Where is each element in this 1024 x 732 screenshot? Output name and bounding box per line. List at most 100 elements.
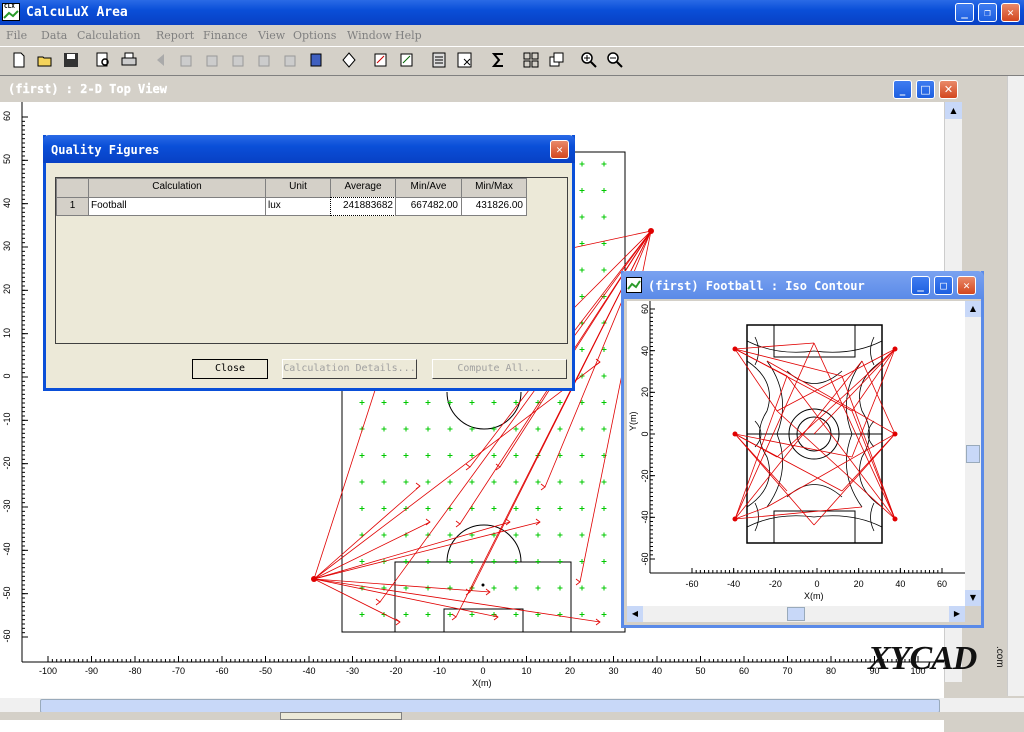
h-scroll-thumb[interactable] bbox=[40, 699, 940, 713]
grid-corner bbox=[56, 178, 89, 198]
top-view-x-axis-label: X(m) bbox=[472, 678, 492, 688]
iso-v-thumb[interactable] bbox=[966, 445, 980, 463]
iso-h-scrollbar[interactable]: ◀ ▶ bbox=[627, 606, 965, 622]
iso-maximize-button[interactable]: □ bbox=[934, 276, 953, 295]
table-row-number[interactable]: 1 bbox=[56, 197, 89, 216]
view-3d-c-icon[interactable] bbox=[230, 51, 248, 69]
x-tick-label: -70 bbox=[171, 666, 185, 676]
center-circle bbox=[446, 391, 522, 430]
menu-window[interactable]: Window bbox=[347, 29, 392, 42]
x-tick-label: -20 bbox=[389, 666, 403, 676]
save-icon[interactable] bbox=[62, 51, 80, 69]
y-tick-label: -60 bbox=[2, 629, 12, 643]
y-tick-label: 10 bbox=[2, 327, 12, 338]
print-preview-icon[interactable] bbox=[94, 51, 112, 69]
cell-calculation[interactable]: Football bbox=[88, 197, 266, 216]
column-header-min-max[interactable]: Min/Max bbox=[461, 178, 527, 198]
x-tick-label: -50 bbox=[258, 666, 272, 676]
top-view-minimize-button[interactable]: _ bbox=[893, 80, 912, 99]
menu-file[interactable]: File bbox=[6, 29, 27, 42]
sigma-icon[interactable] bbox=[490, 51, 508, 69]
cell-average[interactable]: 241883682 bbox=[330, 197, 396, 216]
print-icon[interactable] bbox=[120, 51, 138, 69]
y-tick-label: -50 bbox=[2, 586, 12, 600]
iso-y-tick-label: -60 bbox=[640, 552, 650, 566]
calc-b-icon[interactable] bbox=[398, 51, 416, 69]
iso-close-button[interactable]: ✕ bbox=[957, 276, 976, 295]
column-header-unit[interactable]: Unit bbox=[265, 178, 331, 198]
iso-contour-title: (first) Football : Iso Contour bbox=[648, 279, 865, 293]
app-logo-icon: CLX bbox=[2, 3, 20, 21]
new-icon[interactable] bbox=[10, 51, 28, 69]
iso-x-tick-label: 40 bbox=[895, 579, 906, 589]
app-minimize-button[interactable]: _ bbox=[955, 3, 974, 22]
y-tick-label: -40 bbox=[2, 542, 12, 556]
y-tick-label: -10 bbox=[2, 412, 12, 426]
scroll-up-arrow-icon[interactable]: ▲ bbox=[945, 102, 962, 119]
cell-min-max[interactable]: 431826.00 bbox=[461, 197, 527, 216]
tile-icon[interactable] bbox=[522, 51, 540, 69]
column-header-min-ave[interactable]: Min/Ave bbox=[395, 178, 462, 198]
excel-icon[interactable] bbox=[456, 51, 474, 69]
column-header-average[interactable]: Average bbox=[330, 178, 396, 198]
menu-options[interactable]: Options bbox=[293, 29, 336, 42]
menu-report[interactable]: Report bbox=[156, 29, 194, 42]
iso-y-tick-label: 60 bbox=[640, 304, 650, 315]
iso-v-scrollbar[interactable]: ▲ ▼ bbox=[965, 301, 981, 606]
open-icon[interactable] bbox=[36, 51, 54, 69]
taskbar-item[interactable] bbox=[280, 712, 402, 720]
y-tick-label: -30 bbox=[2, 499, 12, 513]
y-tick-label: 30 bbox=[2, 241, 12, 252]
iso-scroll-down-icon[interactable]: ▼ bbox=[965, 590, 981, 606]
view-3d-e-icon[interactable] bbox=[282, 51, 300, 69]
iso-y-tick-label: 40 bbox=[640, 345, 650, 356]
zoom-in-icon[interactable] bbox=[580, 51, 598, 69]
menu-data[interactable]: Data bbox=[41, 29, 67, 42]
iso-x-axis-label: X(m) bbox=[804, 591, 824, 601]
x-tick-label: -10 bbox=[432, 666, 446, 676]
goal-box bbox=[443, 608, 524, 633]
iso-scroll-left-icon[interactable]: ◀ bbox=[627, 606, 643, 622]
app-close-button[interactable]: ✕ bbox=[1001, 3, 1020, 22]
cascade-icon[interactable] bbox=[548, 51, 566, 69]
app-v-scrollbar[interactable] bbox=[1007, 76, 1024, 696]
view-3d-d-icon[interactable] bbox=[256, 51, 274, 69]
view-3d-f-icon[interactable] bbox=[308, 51, 326, 69]
iso-contour-app-icon bbox=[626, 277, 642, 293]
calculator-icon[interactable] bbox=[430, 51, 448, 69]
column-header-calculation[interactable]: Calculation bbox=[88, 178, 266, 198]
top-view-maximize-button[interactable]: □ bbox=[916, 80, 935, 99]
menu-calculation[interactable]: Calculation bbox=[77, 29, 140, 42]
iso-minimize-button[interactable]: _ bbox=[911, 276, 930, 295]
x-tick-label: 60 bbox=[738, 666, 749, 676]
top-view-title-bar: (first) : 2-D Top View bbox=[0, 76, 968, 102]
y-tick-label: 20 bbox=[2, 284, 12, 295]
x-tick-label: 80 bbox=[825, 666, 836, 676]
cell-min-ave[interactable]: 667482.00 bbox=[395, 197, 462, 216]
calc-a-icon[interactable] bbox=[372, 51, 390, 69]
iso-y-tick-label: -20 bbox=[640, 469, 650, 483]
compute-all-button[interactable]: Compute All... bbox=[432, 359, 567, 379]
iso-scroll-up-icon[interactable]: ▲ bbox=[965, 301, 981, 317]
penalty-arc bbox=[446, 524, 522, 563]
top-view-close-button[interactable]: ✕ bbox=[939, 80, 958, 99]
view-3d-b-icon[interactable] bbox=[204, 51, 222, 69]
iso-contour-window: (first) Football : Iso Contour _ □ ✕ X(m… bbox=[621, 271, 984, 628]
iso-scroll-right-icon[interactable]: ▶ bbox=[949, 606, 965, 622]
cell-unit[interactable]: lux bbox=[265, 197, 331, 216]
back-icon[interactable] bbox=[152, 51, 170, 69]
y-tick-label: 40 bbox=[2, 197, 12, 208]
app-restore-button[interactable]: ❐ bbox=[978, 3, 997, 22]
x-tick-label: 0 bbox=[480, 666, 486, 676]
iso-h-thumb[interactable] bbox=[787, 607, 805, 621]
view-3d-a-icon[interactable] bbox=[178, 51, 196, 69]
menu-help[interactable]: Help bbox=[395, 29, 422, 42]
calculation-details-button[interactable]: Calculation Details... bbox=[282, 359, 417, 379]
iso-x-tick-label: -40 bbox=[727, 579, 741, 589]
close-button[interactable]: Close bbox=[192, 359, 268, 379]
luminaire-icon[interactable] bbox=[340, 51, 358, 69]
quality-figures-close-icon[interactable]: ✕ bbox=[550, 140, 569, 159]
zoom-out-icon[interactable] bbox=[606, 51, 624, 69]
menu-view[interactable]: View bbox=[258, 29, 285, 42]
menu-finance[interactable]: Finance bbox=[203, 29, 248, 42]
